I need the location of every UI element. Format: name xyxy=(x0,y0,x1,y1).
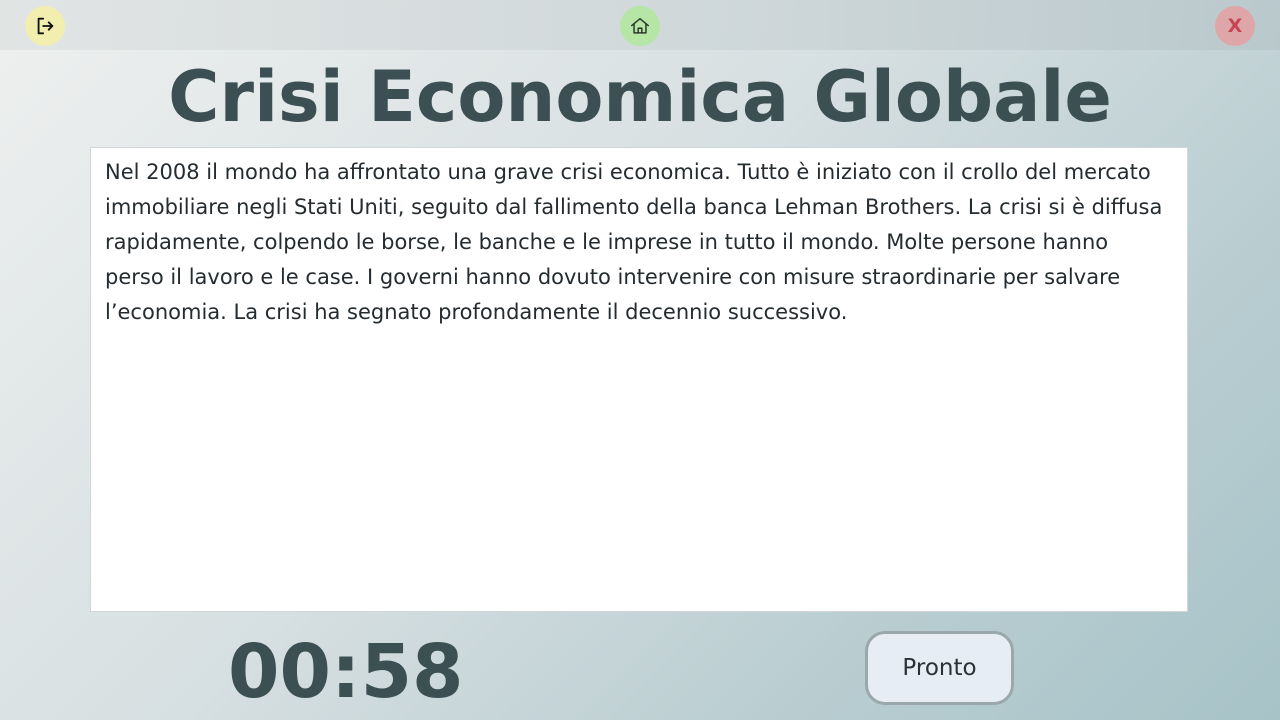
ready-button[interactable]: Pronto xyxy=(865,631,1014,705)
reading-text-panel: Nel 2008 il mondo ha affrontato una grav… xyxy=(90,147,1188,612)
home-icon xyxy=(631,17,649,34)
countdown-timer: 00:58 xyxy=(228,629,464,715)
logout-icon xyxy=(37,17,54,35)
top-bar: X xyxy=(0,0,1280,50)
page-title: Crisi Economica Globale xyxy=(168,56,1112,138)
logout-button[interactable] xyxy=(25,6,65,46)
reading-text: Nel 2008 il mondo ha affrontato una grav… xyxy=(105,160,1163,324)
close-icon: X xyxy=(1227,14,1243,37)
close-button[interactable]: X xyxy=(1215,6,1255,46)
home-button[interactable] xyxy=(620,6,660,46)
